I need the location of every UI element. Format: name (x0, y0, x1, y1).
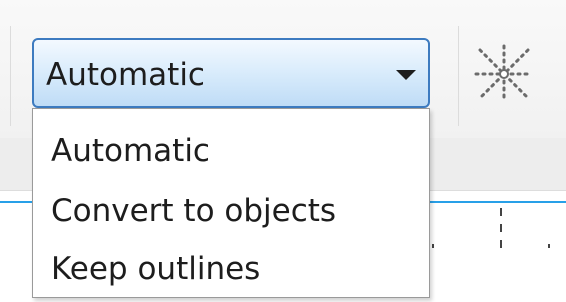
chevron-down-icon[interactable] (396, 70, 416, 80)
text-mode-dropdown-list: Automatic Convert to objects Keep outlin… (32, 108, 430, 298)
combobox-value: Automatic (46, 57, 205, 93)
text-mode-combobox[interactable]: Automatic (32, 38, 430, 108)
dotted-sparkle-icon (474, 44, 534, 104)
ruler-tick (432, 244, 434, 248)
menu-item-automatic[interactable]: Automatic (33, 121, 429, 181)
toolbar-separator (458, 26, 459, 126)
toolbar-separator (10, 26, 11, 126)
ruler-tick (500, 208, 502, 216)
menu-item-keep-outlines[interactable]: Keep outlines (33, 239, 429, 299)
ruler-tick (500, 240, 502, 248)
menu-item-convert-to-objects[interactable]: Convert to objects (33, 181, 429, 241)
ruler-tick (548, 244, 550, 248)
ruler-tick (500, 224, 502, 232)
dotted-sparkle-button[interactable] (472, 42, 536, 106)
